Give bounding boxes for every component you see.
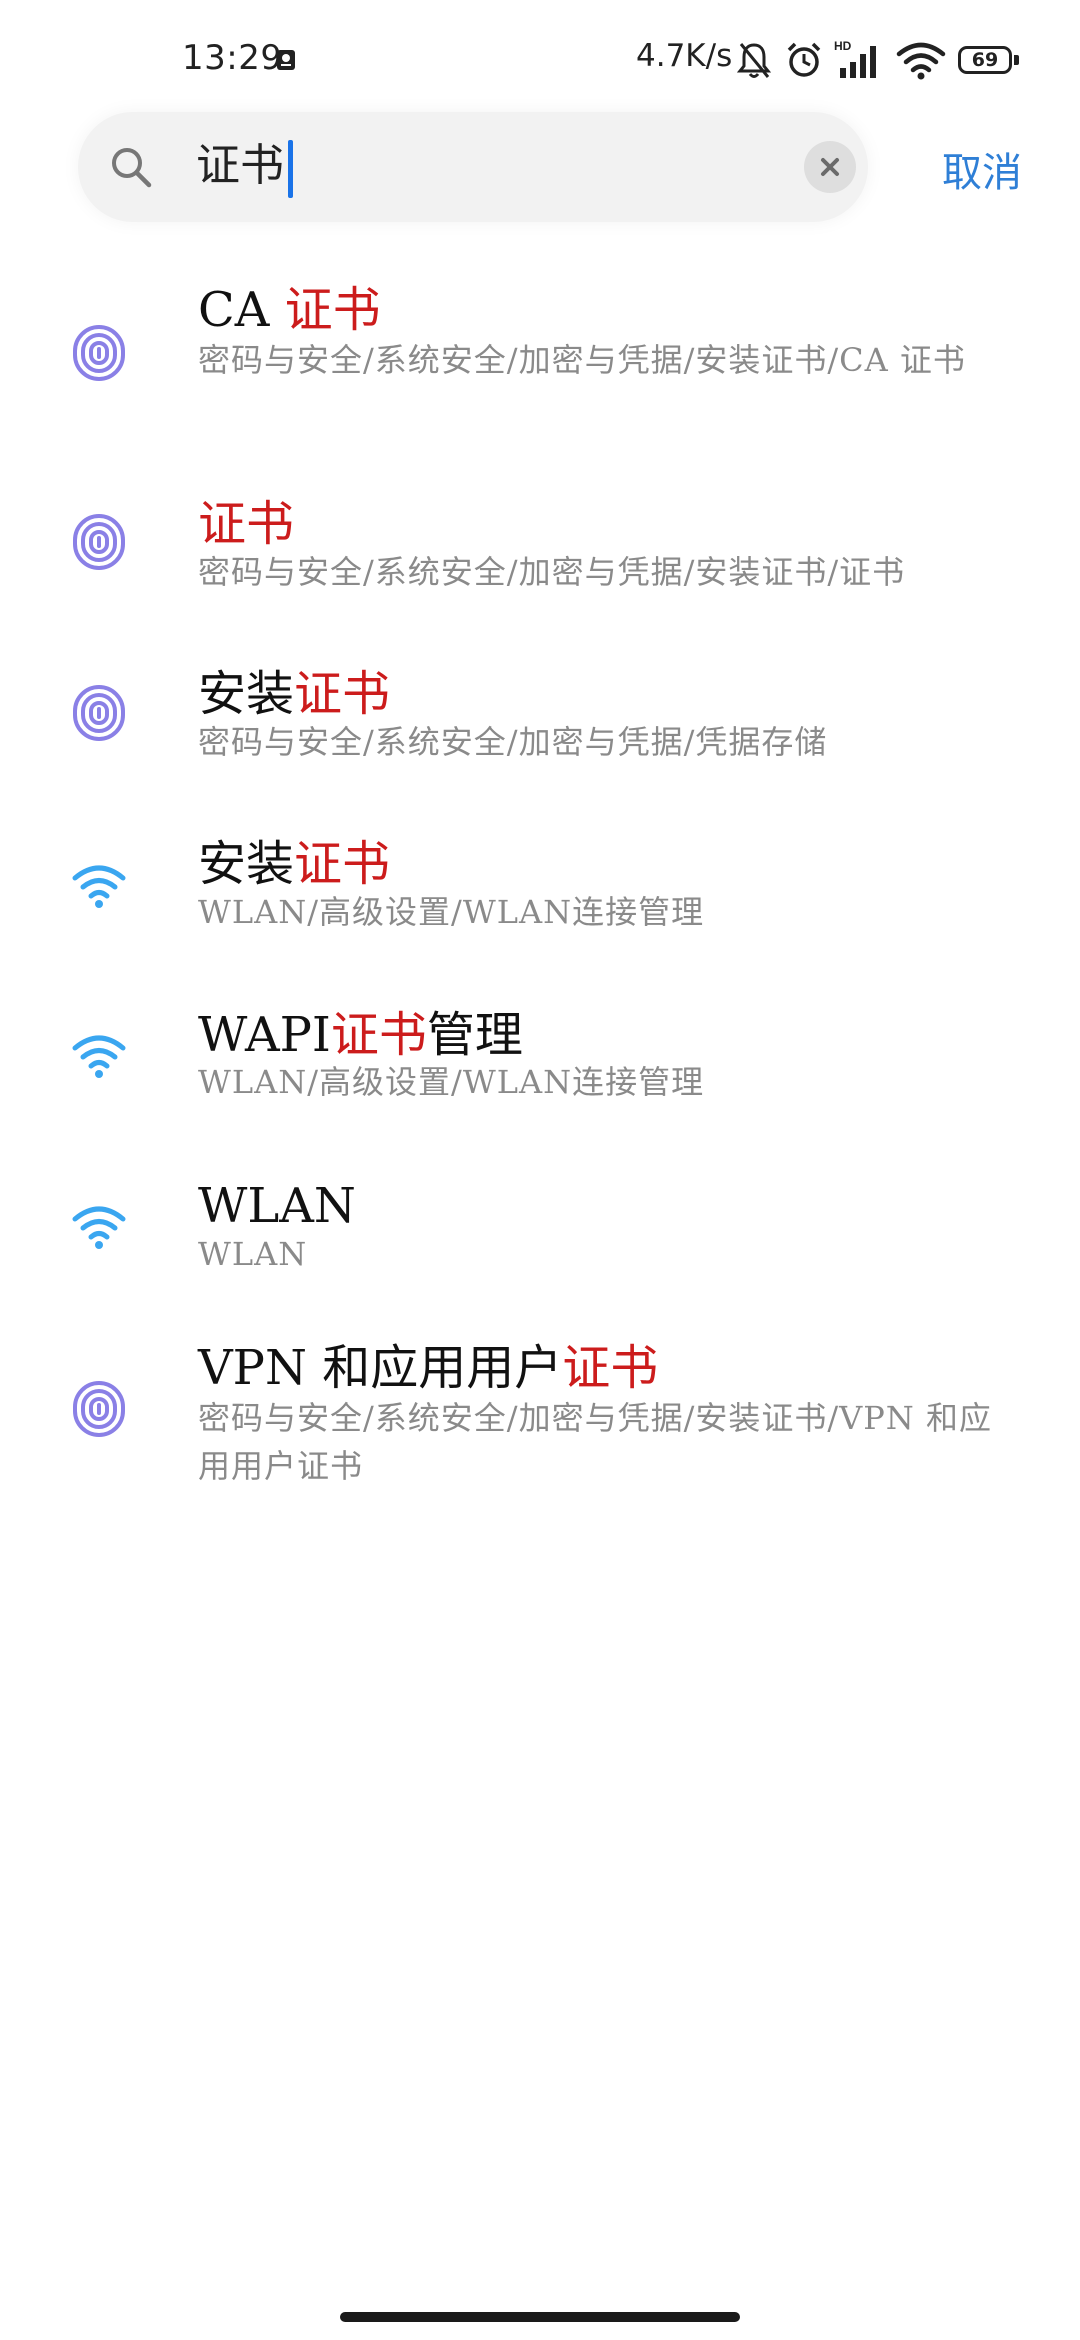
status-bar: 13:29 4.7K/s HD 69 [0,0,1080,120]
settings-search-page: 13:29 4.7K/s HD 69 证书 取消 CA 证书 密码与安全/系统安… [0,0,1080,2340]
result-title-text: 安装 [198,666,295,722]
wifi-icon-graphic [72,865,126,908]
result-title: 安装证书 [198,664,390,724]
result-breadcrumb: WLAN/高级设置/WLAN连接管理 [198,893,705,931]
search-input[interactable]: 证书 [196,136,293,198]
result-breadcrumb: 密码与安全/系统安全/加密与凭据/安装证书/CA 证书 [198,341,966,379]
cancel-button[interactable]: 取消 [942,140,1022,198]
result-title: 证书 [198,494,294,554]
wifi-icon [70,856,128,914]
result-title-text: WLAN [198,1178,356,1234]
result-title-highlight: 证书 [198,496,295,552]
search-query: 证书 [196,140,284,191]
status-time: 13:29 [182,38,283,78]
result-title: WAPI证书管理 [198,1005,523,1065]
fingerprint-shield-icon [70,684,128,742]
result-title-highlight: 证书 [294,666,391,722]
result-title-text: 安装 [198,836,295,892]
result-breadcrumb: 密码与安全/系统安全/加密与凭据/安装证书/证书 [198,553,906,591]
fingerprint-shield-icon [70,513,128,571]
wifi-icon [70,1026,128,1084]
network-speed: 4.7K/s [636,38,733,74]
text-caret [288,139,293,198]
result-title-text: WAPI [198,1007,331,1063]
notification-icon [277,50,295,70]
search-bar[interactable]: 证书 [78,112,868,222]
wifi-icon-graphic [72,1035,126,1078]
close-icon [821,158,839,176]
result-title-text: VPN 和应用用户 [198,1340,563,1396]
battery-level: 69 [971,49,999,71]
search-icon [112,148,152,188]
battery-icon: 69 [958,46,1022,76]
result-title-highlight: 证书 [330,1007,427,1063]
result-title-highlight: 证书 [562,1340,659,1396]
hd-signal-icon: HD [834,39,876,78]
result-breadcrumb: WLAN [198,1235,308,1273]
result-title: WLAN [198,1176,356,1236]
fingerprint-shield-icon-graphic [73,1381,125,1437]
result-title-text: 管理 [426,1007,523,1063]
result-breadcrumb: 密码与安全/系统安全/加密与凭据/凭据存储 [198,723,828,761]
result-title: 安装证书 [198,834,390,894]
result-title-highlight: 证书 [284,282,381,338]
wifi-status-icon [896,42,946,80]
mute-bell-icon [736,43,772,78]
wifi-icon-graphic [72,1206,126,1249]
result-breadcrumb: WLAN/高级设置/WLAN连接管理 [198,1063,705,1101]
home-indicator[interactable] [340,2312,740,2322]
result-title-text: CA [198,282,285,338]
fingerprint-shield-icon-graphic [73,514,125,570]
fingerprint-shield-icon [70,1380,128,1438]
result-title-highlight: 证书 [294,836,391,892]
alarm-icon [787,42,821,77]
wifi-icon [70,1197,128,1255]
fingerprint-shield-icon-graphic [73,685,125,741]
clear-search-button[interactable] [804,141,856,193]
result-title: VPN 和应用用户证书 [198,1338,658,1398]
result-breadcrumb: 密码与安全/系统安全/加密与凭据/安装证书/VPN 和应用用户证书 [198,1399,992,1485]
result-title: CA 证书 [198,280,381,340]
fingerprint-shield-icon [70,324,128,382]
svg-text:HD: HD [834,39,852,53]
fingerprint-shield-icon-graphic [73,325,125,381]
